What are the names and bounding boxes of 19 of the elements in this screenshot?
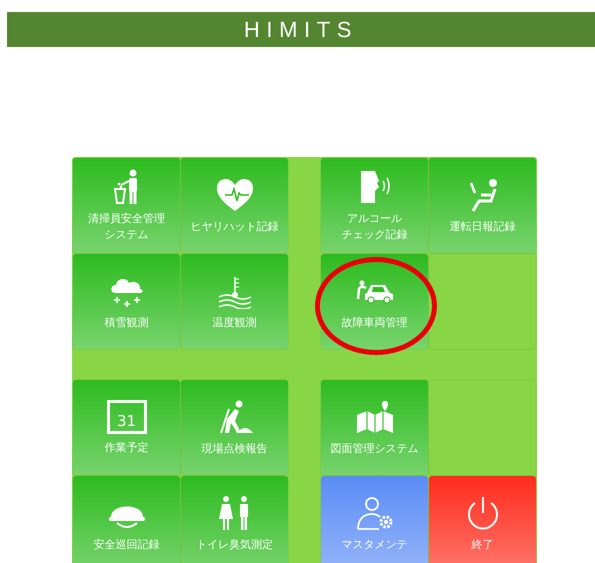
app-tile[interactable]: 清掃員安全管理 システム — [73, 158, 180, 253]
heartbeat-icon — [214, 176, 254, 212]
app-tile[interactable]: 図面管理システム — [321, 380, 428, 475]
app-tile[interactable]: 終了 — [429, 476, 536, 563]
app-tile[interactable]: トイレ臭気測定 — [181, 476, 288, 563]
app-tile[interactable]: ヒヤリハット記録 — [181, 158, 288, 253]
app-tile[interactable]: マスタメンテ — [321, 476, 428, 563]
user-gear-icon — [354, 494, 394, 530]
app-tile[interactable]: 故障車両管理 — [321, 254, 428, 349]
calendar-icon: 31 — [106, 400, 146, 434]
map-pin-icon — [354, 398, 394, 434]
app-tile[interactable]: 積雪観測 — [73, 254, 180, 349]
app-tile[interactable]: 温度観測 — [181, 254, 288, 349]
app-tile[interactable]: 31 作業予定 — [73, 380, 180, 475]
app-tile[interactable]: 安全巡回記録 — [73, 476, 180, 563]
app-tile[interactable]: アルコール チェック記録 — [321, 158, 428, 253]
app-tile[interactable]: 運転日報記録 — [429, 158, 536, 253]
app-tile[interactable]: 現場点検報告 — [181, 380, 288, 475]
app-title: HIMITS — [244, 16, 358, 44]
